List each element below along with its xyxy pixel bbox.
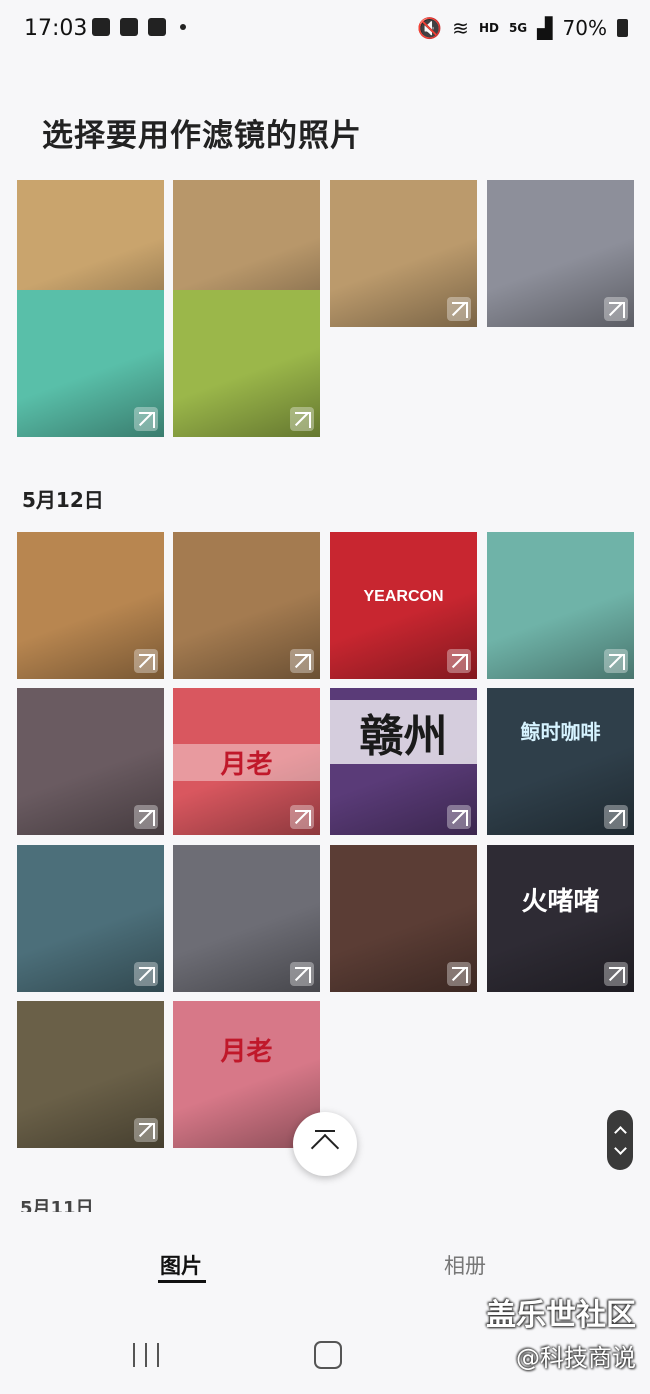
photo-text: 月老	[220, 1036, 273, 1066]
gallery-notification-icon	[92, 18, 110, 36]
expand-icon[interactable]	[134, 407, 158, 431]
fast-scroll-handle[interactable]	[607, 1110, 633, 1170]
photo-thumbnail[interactable]: 火啫啫	[487, 845, 634, 992]
mute-icon: 🔇	[417, 16, 443, 40]
photo-text: 火啫啫	[521, 886, 600, 916]
expand-icon[interactable]	[447, 649, 471, 673]
photo-thumbnail[interactable]: 月老	[173, 688, 320, 835]
photo-thumbnail[interactable]	[17, 845, 164, 992]
expand-icon[interactable]	[290, 649, 314, 673]
photo-thumbnail[interactable]	[330, 180, 477, 327]
photo-thumbnail[interactable]	[487, 532, 634, 679]
photo-thumbnail[interactable]	[17, 290, 164, 437]
tab-pictures[interactable]: 图片	[160, 1250, 202, 1280]
more-notifications-icon	[180, 24, 186, 30]
watermark: 盖乐世社区	[486, 1298, 636, 1333]
expand-icon[interactable]	[604, 297, 628, 321]
photo-thumbnail[interactable]	[173, 532, 320, 679]
photo-thumbnail[interactable]	[173, 845, 320, 992]
app-notification-icon	[148, 18, 166, 36]
expand-icon[interactable]	[290, 962, 314, 986]
photo-text: 月老	[173, 743, 320, 781]
photo-thumbnail[interactable]: 鲸时咖啡	[487, 688, 634, 835]
date-header: 5月11日	[20, 1198, 94, 1212]
photo-text: YEARCON	[363, 587, 444, 605]
hd-indicator: HD	[478, 21, 499, 35]
expand-icon[interactable]	[604, 962, 628, 986]
tab-albums[interactable]: 相册	[444, 1250, 486, 1280]
expand-icon[interactable]	[290, 805, 314, 829]
photo-text: 鲸时咖啡	[520, 722, 601, 744]
photo-thumbnail[interactable]	[17, 532, 164, 679]
photo-thumbnail[interactable]	[17, 1001, 164, 1148]
photo-thumbnail[interactable]: YEARCON	[330, 532, 477, 679]
tab-selected-indicator	[158, 1280, 206, 1283]
photo-thumbnail[interactable]: 赣州	[330, 688, 477, 835]
chevron-up-icon	[614, 1126, 627, 1139]
date-header: 5月12日	[22, 488, 104, 512]
photo-thumbnail[interactable]	[17, 688, 164, 835]
expand-icon[interactable]	[134, 649, 158, 673]
expand-icon[interactable]	[604, 805, 628, 829]
tab-bar: 图片 相册	[0, 1228, 650, 1288]
expand-icon[interactable]	[290, 407, 314, 431]
chevron-up-icon	[310, 1133, 340, 1163]
expand-icon[interactable]	[134, 962, 158, 986]
photo-thumbnail[interactable]	[487, 180, 634, 327]
expand-icon[interactable]	[447, 962, 471, 986]
watermark-handle: @科技商说	[516, 1344, 636, 1372]
battery-icon	[617, 19, 628, 37]
photo-thumbnail[interactable]	[330, 845, 477, 992]
expand-icon[interactable]	[604, 649, 628, 673]
top-bar-icon	[315, 1130, 335, 1132]
battery-percent: 70%	[562, 16, 607, 40]
status-bar: 17:03 🔇 ≋ HD 5G ▟ 70%	[0, 0, 650, 58]
expand-icon[interactable]	[134, 1118, 158, 1142]
signal-icon: ▟	[537, 16, 553, 40]
photo-text: 赣州	[330, 700, 477, 764]
wifi-icon: ≋	[452, 16, 469, 40]
system-status: 🔇 ≋ HD 5G ▟ 70%	[417, 16, 628, 40]
checkbox-notification-icon	[120, 18, 138, 36]
expand-icon[interactable]	[447, 805, 471, 829]
scroll-to-top-button[interactable]	[293, 1112, 357, 1176]
expand-icon[interactable]	[134, 805, 158, 829]
page-title: 选择要用作滤镜的照片	[42, 118, 362, 154]
status-time: 17:03	[24, 16, 88, 41]
photo-thumbnail[interactable]	[173, 290, 320, 437]
chevron-down-icon	[614, 1142, 627, 1155]
home-button[interactable]	[314, 1341, 342, 1369]
network-indicator: 5G	[508, 21, 528, 35]
expand-icon[interactable]	[447, 297, 471, 321]
recent-apps-button[interactable]	[133, 1343, 159, 1367]
notification-icons	[92, 18, 186, 36]
